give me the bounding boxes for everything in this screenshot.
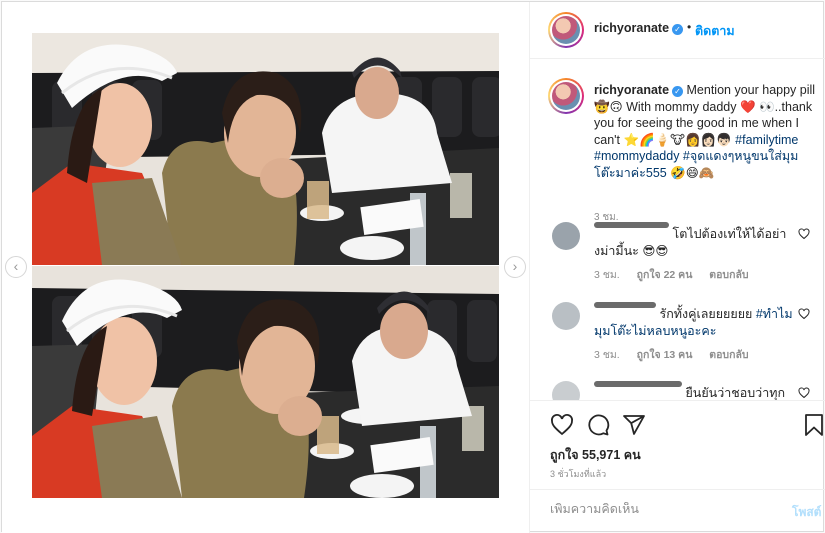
caption-text: richyoranate ✓ Mention your happy pill 🤠🙃… xyxy=(594,82,819,181)
share-icon[interactable] xyxy=(622,413,646,437)
header-username[interactable]: richyoranate ✓ xyxy=(594,21,684,35)
caption-emoji: 🤣😄🙈 xyxy=(670,165,715,180)
family-photo-bottom[interactable] xyxy=(32,266,499,498)
avatar[interactable] xyxy=(552,222,580,250)
likes-count[interactable]: ถูกใจ 55,971 คน xyxy=(550,445,641,465)
add-comment-bar: โพสต์ xyxy=(530,489,825,533)
post-media: ‹ › xyxy=(2,2,530,533)
comment-text: username โตไปต้องเท่ให้ได้อย่างม่ามี้นะ … xyxy=(594,222,794,260)
post-age[interactable]: 3 ชั่วโมงที่แล้ว xyxy=(550,467,606,481)
save-icon[interactable] xyxy=(802,413,825,437)
chevron-left-icon[interactable]: ‹ xyxy=(5,256,27,278)
post-header: richyoranate ✓ • ติดตาม xyxy=(530,2,825,59)
heart-icon[interactable] xyxy=(798,387,810,399)
comment-meta: 3 ชม. ถูกใจ 22 คน ตอบกลับ xyxy=(594,266,763,283)
comment-time[interactable]: 3 ชม. xyxy=(594,269,620,281)
post-actions: ถูกใจ 55,971 คน 3 ชั่วโมงที่แล้ว โพสต์ xyxy=(530,400,825,533)
caption-username[interactable]: richyoranate ✓ xyxy=(594,83,684,97)
avatar[interactable] xyxy=(548,12,584,48)
comment-text: username ยืนยันว่าชอบว่าทุก xyxy=(594,381,794,400)
follow-button[interactable]: ติดตาม xyxy=(695,21,735,41)
comment-meta: 3 ชม. ถูกใจ 13 คน ตอบกลับ xyxy=(594,346,763,363)
heart-icon[interactable] xyxy=(550,413,574,437)
verified-icon: ✓ xyxy=(672,86,684,97)
comment-body: ยืนยันว่าชอบว่าทุก xyxy=(685,386,786,400)
heart-icon[interactable] xyxy=(798,308,810,320)
comment-body: รักทั้งคู่เลยยยยยย xyxy=(659,307,756,321)
separator-dot: • xyxy=(687,20,692,34)
chevron-right-icon[interactable]: › xyxy=(504,256,526,278)
caption-avatar[interactable] xyxy=(548,78,584,114)
comment-username[interactable]: username xyxy=(594,381,682,387)
comment-likes[interactable]: ถูกใจ 13 คน xyxy=(637,349,693,361)
comment-text: user รักทั้งคู่เลยยยยยย #ทำไมมุมโต๊ะไม่ห… xyxy=(594,302,794,340)
comment-icon[interactable] xyxy=(586,413,610,437)
comment-username[interactable]: user xyxy=(594,302,656,308)
comment-likes[interactable]: ถูกใจ 22 คน xyxy=(637,269,693,281)
comment-username[interactable]: username xyxy=(594,222,669,228)
comment-input[interactable] xyxy=(550,502,770,516)
avatar[interactable] xyxy=(552,381,580,400)
reply-button[interactable]: ตอบกลับ xyxy=(709,349,748,361)
reply-button[interactable]: ตอบกลับ xyxy=(709,269,748,281)
family-photo-top[interactable] xyxy=(32,33,499,265)
post-comment-button[interactable]: โพสต์ xyxy=(792,503,821,522)
heart-icon[interactable] xyxy=(798,228,810,240)
comment-time[interactable]: 3 ชม. xyxy=(594,349,620,361)
instagram-post: ‹ › richyoranate ✓ • ติดตาม richyoranate ✓… xyxy=(1,1,825,533)
post-side-panel: richyoranate ✓ • ติดตาม richyoranate ✓ Men… xyxy=(530,2,825,533)
verified-icon: ✓ xyxy=(672,24,684,35)
avatar[interactable] xyxy=(552,302,580,330)
comments-feed[interactable]: richyoranate ✓ Mention your happy pill 🤠🙃… xyxy=(530,60,825,400)
